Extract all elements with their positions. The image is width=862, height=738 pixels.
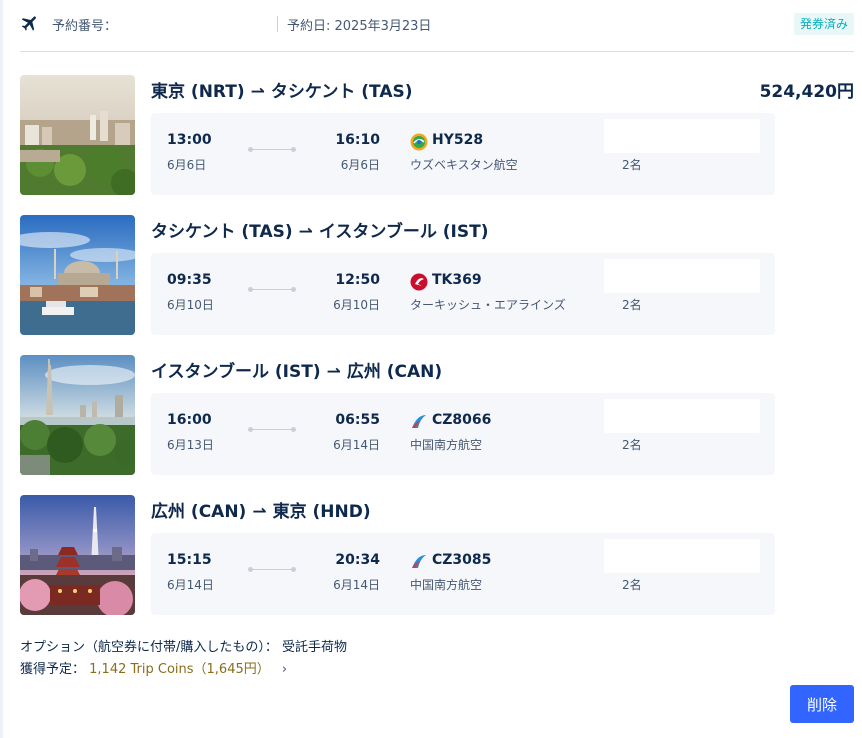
flight-timeline (248, 427, 296, 432)
header-divider (277, 16, 278, 32)
arrival-time: 06:55 (335, 412, 380, 428)
turkish-airlines-logo-icon (410, 273, 428, 291)
departure-time: 16:00 (167, 412, 212, 428)
arrival-date: 6月6日 (340, 158, 380, 172)
flight-timeline (248, 567, 296, 572)
route-arrow-icon: ⇀ (252, 502, 267, 522)
flight-segment: タシケント (TAS) ⇀ イスタンブール (IST) 09:35 6月10日 12… (20, 215, 854, 335)
chevron-right-icon: › (281, 662, 288, 677)
airline-name: 中国南方航空 (410, 578, 483, 592)
route-title: 東京 (NRT) ⇀ タシケント (TAS) (151, 82, 413, 102)
tashkent-city-photo (20, 75, 135, 195)
arrival-date: 6月10日 (333, 298, 380, 312)
passenger-name-box (604, 399, 760, 433)
flight-panel: 13:00 6月6日 16:10 6月6日 HY528 ウズベキスタン航空 2名 (151, 113, 775, 195)
departure-time: 15:15 (167, 552, 212, 568)
booking-number-label: 予約番号： (52, 19, 118, 34)
flight-number: CZ8066 (432, 412, 492, 428)
flight-segment: 広州 (CAN) ⇀ 東京 (HND) 15:15 6月14日 20:34 6月14… (20, 495, 854, 615)
flight-timeline (248, 287, 296, 292)
coins-label: 獲得予定： (20, 662, 86, 677)
coins-value: 1,142 Trip Coins（1,645円） (89, 662, 270, 677)
uzbekistan-airways-logo-icon (410, 133, 428, 151)
route-arrow-icon: ⇀ (326, 362, 341, 382)
flight-number: HY528 (432, 132, 484, 148)
status-badge: 発券済み (793, 13, 854, 35)
route-arrow-icon: ⇀ (298, 222, 313, 242)
airline-name: 中国南方航空 (410, 438, 483, 452)
delete-button[interactable]: 削除 (790, 685, 854, 723)
china-southern-logo-icon (412, 415, 426, 428)
flight-number: CZ3085 (432, 552, 492, 568)
total-price: 524,420円 (759, 82, 854, 102)
passenger-name-box (604, 119, 760, 153)
china-southern-logo-icon (412, 555, 426, 568)
passenger-count: 2名 (622, 158, 642, 172)
flight-panel: 16:00 6月13日 06:55 6月14日 CZ8066 中国南方航空 2名 (151, 393, 775, 475)
departure-date: 6月14日 (167, 578, 214, 592)
route-arrow-icon: ⇀ (250, 82, 265, 102)
tokyo-skytree-photo (20, 495, 135, 615)
flight-timeline (248, 147, 296, 152)
flight-panel: 09:35 6月10日 12:50 6月10日 TK369 ターキッシュ・エアラ… (151, 253, 775, 335)
options-label: オプション（航空券に付帯/購入したもの）： (20, 640, 278, 655)
departure-date: 6月13日 (167, 438, 214, 452)
flight-segment: 東京 (NRT) ⇀ タシケント (TAS) 524,420円 13:00 6月6日… (20, 75, 854, 195)
airline-name: ターキッシュ・エアラインズ (410, 298, 566, 312)
arrival-date: 6月14日 (333, 438, 380, 452)
arrival-time: 16:10 (335, 132, 380, 148)
flight-panel: 15:15 6月14日 20:34 6月14日 CZ3085 中国南方航空 2名 (151, 533, 775, 615)
options-line: オプション（航空券に付帯/購入したもの）： 受託手荷物 (20, 636, 347, 655)
passenger-name-box (604, 259, 760, 293)
passenger-count: 2名 (622, 578, 642, 592)
airline-name: ウズベキスタン航空 (410, 158, 518, 172)
guangzhou-tower-photo (20, 355, 135, 475)
departure-date: 6月10日 (167, 298, 214, 312)
booking-date: 予約日: 2025年3月23日 (287, 19, 432, 34)
route-title: タシケント (TAS) ⇀ イスタンブール (IST) (151, 222, 489, 242)
passenger-count: 2名 (622, 298, 642, 312)
flight-number: TK369 (432, 272, 482, 288)
route-title: 広州 (CAN) ⇀ 東京 (HND) (151, 502, 371, 522)
departure-date: 6月6日 (167, 158, 207, 172)
options-value: 受託手荷物 (282, 640, 348, 655)
route-title: イスタンブール (IST) ⇀ 広州 (CAN) (151, 362, 443, 382)
passenger-name-box (604, 539, 760, 573)
left-border (0, 0, 3, 738)
booking-header: 予約番号： 予約日: 2025年3月23日 発券済み (20, 0, 854, 52)
departure-time: 13:00 (167, 132, 212, 148)
arrival-date: 6月14日 (333, 578, 380, 592)
passenger-count: 2名 (622, 438, 642, 452)
flight-segment: イスタンブール (IST) ⇀ 広州 (CAN) 16:00 6月13日 06:55… (20, 355, 854, 475)
departure-time: 09:35 (167, 272, 212, 288)
arrival-time: 20:34 (335, 552, 380, 568)
trip-coins-link[interactable]: 獲得予定： 1,142 Trip Coins（1,645円） › (20, 658, 287, 677)
airplane-icon (21, 16, 36, 31)
arrival-time: 12:50 (335, 272, 380, 288)
istanbul-mosque-photo (20, 215, 135, 335)
